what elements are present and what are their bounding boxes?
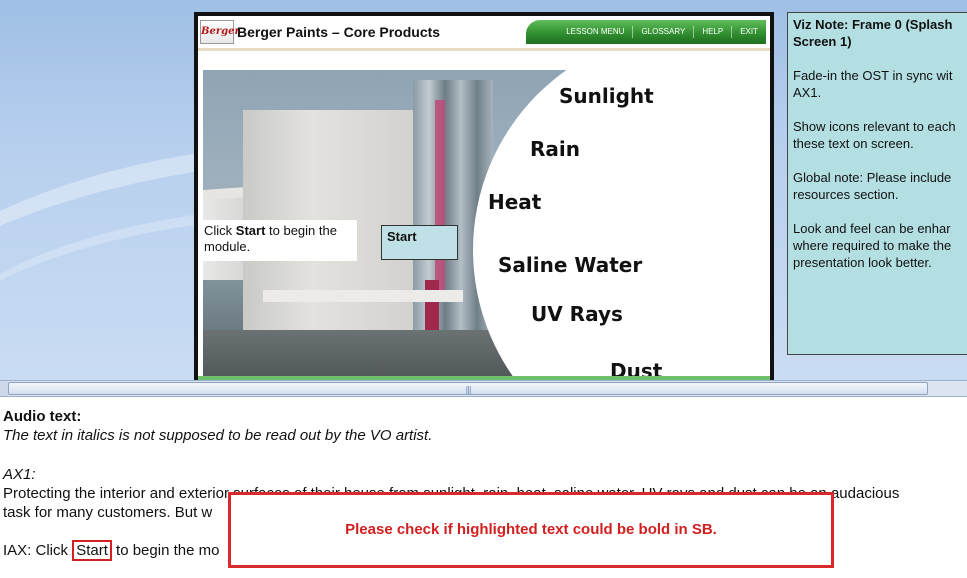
word-sunlight: Sunlight: [559, 84, 654, 108]
nav-lesson-menu-button[interactable]: LESSON MENU: [558, 26, 632, 38]
viz-note-line: Fade-in the OST in sync wit: [793, 68, 953, 83]
course-nav-bar: LESSON MENU GLOSSARY HELP EXIT: [526, 20, 766, 44]
italic-note: The text in italics is not supposed to b…: [3, 427, 433, 444]
weather-circle-panel: [473, 70, 769, 380]
start-prompt-bold: Start: [235, 223, 266, 238]
viz-note-line: where required to make the: [793, 238, 952, 253]
review-comment-box: Please check if highlighted text could b…: [228, 492, 834, 568]
word-uv-rays: UV Rays: [531, 302, 623, 326]
iax-pre: IAX: Click: [3, 542, 73, 559]
nav-glossary-button[interactable]: GLOSSARY: [632, 26, 693, 38]
course-title: Berger Paints – Core Products: [237, 24, 441, 40]
audio-heading: Audio text:: [3, 408, 82, 425]
viz-note-title: Viz Note: Frame 0 (Splash Screen 1): [793, 17, 953, 49]
iax-line: IAX: Click Start to begin the mo: [3, 540, 220, 561]
viz-note-line: these text on screen.: [793, 136, 914, 151]
nav-exit-button[interactable]: EXIT: [731, 26, 766, 38]
building-canopy: [263, 290, 463, 302]
slide-frame[interactable]: Berger Berger Paints – Core Products LES…: [194, 12, 774, 380]
horizontal-scrollbar[interactable]: |||: [0, 380, 967, 397]
grip-icon: |||: [465, 385, 471, 394]
viz-note-line: Look and feel can be enhar: [793, 221, 951, 236]
building-accent: [435, 100, 445, 300]
slide-canvas: Berger Berger Paints – Core Products LES…: [198, 16, 770, 380]
start-prompt-textbox[interactable]: Click Start to begin the module.: [202, 220, 357, 261]
course-header: Berger Berger Paints – Core Products LES…: [198, 16, 770, 51]
viz-note-line: presentation look better.: [793, 255, 932, 270]
scroll-thumb[interactable]: |||: [8, 382, 928, 395]
highlighted-start: Start: [72, 540, 112, 561]
word-rain: Rain: [530, 137, 580, 161]
viz-note-line: Show icons relevant to each: [793, 119, 956, 134]
scroll-left-arrow[interactable]: [0, 381, 8, 396]
word-saline-water: Saline Water: [498, 253, 643, 277]
viz-note-line: AX1.: [793, 85, 822, 100]
viz-note-line: Global note: Please include: [793, 170, 952, 185]
start-button[interactable]: Start: [381, 225, 458, 260]
start-prompt-pre: Click: [204, 223, 236, 238]
viz-note-line: resources section.: [793, 187, 899, 202]
iax-post: to begin the mo: [111, 542, 220, 559]
nav-help-button[interactable]: HELP: [693, 26, 731, 38]
berger-logo: Berger: [200, 20, 240, 44]
slide-editor-area: Berger Berger Paints – Core Products LES…: [0, 0, 967, 380]
ax1-label: AX1:: [3, 466, 36, 483]
viz-note-box[interactable]: Viz Note: Frame 0 (Splash Screen 1) Fade…: [787, 12, 967, 355]
word-heat: Heat: [488, 190, 542, 214]
ax1-line: task for many customers. But w: [3, 504, 213, 521]
